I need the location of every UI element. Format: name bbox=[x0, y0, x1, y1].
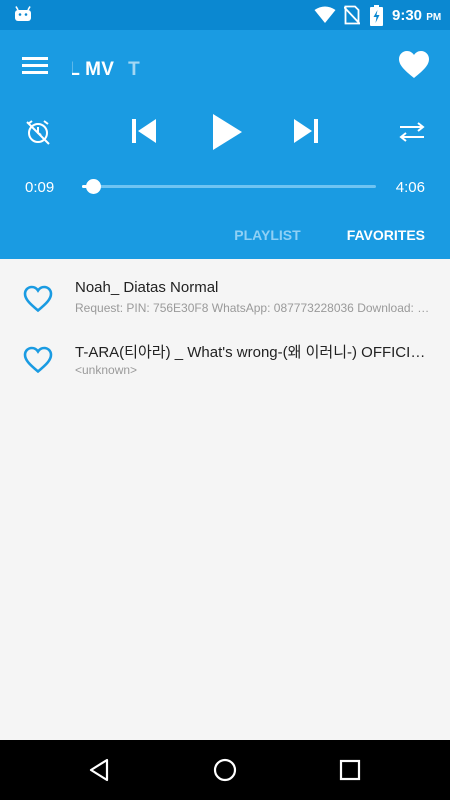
android-icon bbox=[15, 6, 31, 21]
navigation-bar bbox=[0, 740, 450, 800]
skip-next-icon[interactable] bbox=[292, 116, 320, 146]
sleep-timer-off-icon[interactable] bbox=[24, 118, 52, 146]
list-item[interactable]: T-ARA(티아라) _ What's wrong-(왜 이러니-) OFFIC… bbox=[0, 333, 450, 395]
status-clock: 9:30 PM bbox=[392, 7, 442, 24]
list-item[interactable]: Noah_ Diatas Normal Request: PIN: 756E30… bbox=[0, 271, 450, 333]
seek-thumb[interactable] bbox=[85, 179, 101, 194]
heart-filled-icon[interactable] bbox=[398, 50, 430, 80]
seek-bar[interactable] bbox=[82, 179, 376, 194]
back-icon[interactable] bbox=[87, 757, 113, 783]
menu-icon[interactable] bbox=[22, 54, 48, 76]
skip-previous-icon[interactable] bbox=[130, 116, 158, 146]
heart-outline-icon[interactable] bbox=[23, 346, 53, 374]
song-title: Noah_ Diatas Normal bbox=[75, 279, 219, 296]
song-title: T-ARA(티아라) _ What's wrong-(왜 이러니-) OFFIC… bbox=[75, 344, 433, 361]
battery-charging-icon bbox=[370, 5, 383, 26]
tab-playlist[interactable]: PLAYLIST bbox=[234, 227, 300, 243]
heart-outline-icon[interactable] bbox=[23, 285, 53, 313]
no-sim-icon bbox=[344, 5, 360, 25]
wifi-icon bbox=[314, 6, 336, 23]
now-playing-title-repeat: T bbox=[128, 59, 140, 80]
status-bar: 9:30 PM bbox=[0, 0, 450, 30]
recents-icon[interactable] bbox=[337, 757, 363, 783]
player-panel: T-ARA(티아라) _ What's wrong-(왜 이러니-) OFFIC… bbox=[0, 30, 450, 259]
seek-track bbox=[82, 185, 376, 188]
song-subtitle: Request: PIN: 756E30F8 WhatsApp: 0877732… bbox=[75, 301, 431, 315]
total-time: 4:06 bbox=[395, 179, 425, 196]
home-icon[interactable] bbox=[212, 757, 238, 783]
current-time: 0:09 bbox=[25, 179, 55, 196]
tab-bar: PLAYLIST FAVORITES bbox=[234, 227, 425, 243]
favorites-list: Noah_ Diatas Normal Request: PIN: 756E30… bbox=[0, 259, 450, 740]
song-subtitle: <unknown> bbox=[75, 363, 138, 377]
now-playing-title: T-ARA(티아라) _ What's wrong-(왜 이러니-) OFFIC… bbox=[72, 59, 115, 80]
now-playing-marquee: T-ARA(티아라) _ What's wrong-(왜 이러니-) OFFIC… bbox=[72, 50, 384, 80]
repeat-shuffle-icon[interactable] bbox=[398, 120, 426, 144]
tab-favorites[interactable]: FAVORITES bbox=[347, 227, 425, 243]
play-icon[interactable] bbox=[210, 112, 244, 152]
